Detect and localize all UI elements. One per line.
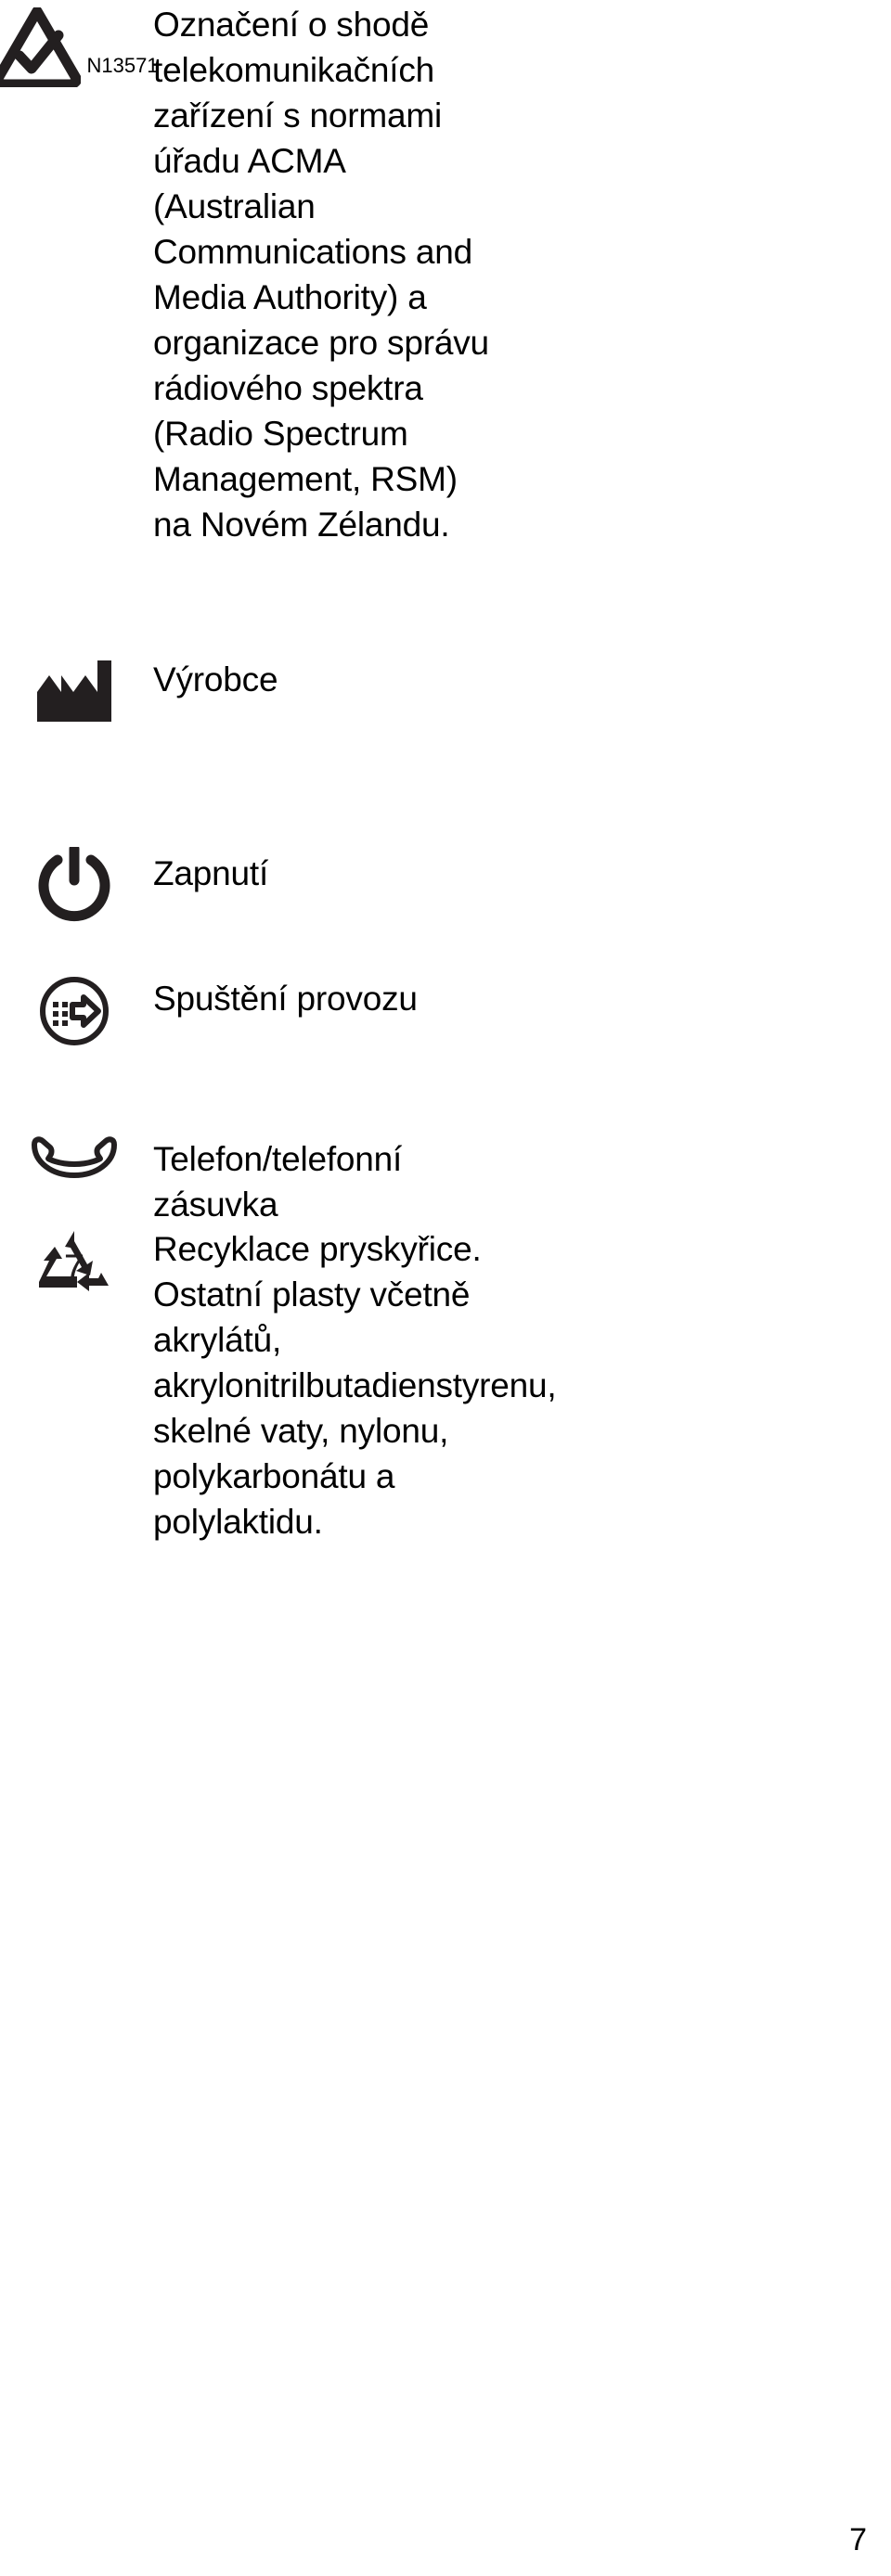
symbol-row-start-operation: Spuštění provozu: [0, 965, 891, 1048]
telephone-handset-icon: [30, 1134, 119, 1179]
symbol-icon-cell: [0, 965, 148, 1048]
symbol-description: Zapnutí: [153, 854, 269, 892]
power-on-icon: [38, 847, 110, 923]
symbol-row-telephone: Telefon/telefonní zásuvka: [0, 1118, 891, 1227]
recycling-code-number: 7: [64, 1248, 84, 1288]
symbol-icon-cell: [0, 640, 148, 727]
manual-symbol-page: N13571 Označení o shodě telekomunikačníc…: [0, 0, 891, 2576]
symbol-description: Spuštění provozu: [153, 980, 418, 1018]
resin-recycling-code-7-icon: 7: [34, 1228, 114, 1302]
symbol-icon-cell: 7: [0, 1215, 148, 1302]
symbol-icon-cell: [0, 839, 148, 923]
symbol-row-manufacturer: Výrobce: [0, 640, 891, 727]
symbol-text-cell: Spuštění provozu: [148, 965, 891, 1021]
symbol-icon-cell: N13571: [0, 0, 159, 87]
page-number: 7: [849, 2522, 867, 2557]
symbol-row-recycling: 7 Recyklace pryskyřice. Ostatní plasty v…: [0, 1215, 891, 1544]
symbol-description: Recyklace pryskyřice. Ostatní plasty vče…: [153, 1230, 557, 1541]
symbol-text-cell: Označení o shodě telekomunikačních zaříz…: [148, 0, 891, 547]
acma-rcm-compliance-icon: [0, 7, 82, 87]
symbol-row-power: Zapnutí: [0, 839, 891, 923]
symbol-text-cell: Telefon/telefonní zásuvka: [148, 1118, 891, 1227]
manufacturer-factory-icon: [33, 657, 115, 727]
start-operation-icon: [37, 974, 111, 1048]
symbol-description: Výrobce: [153, 660, 278, 698]
acma-code-label: N13571: [86, 54, 159, 77]
symbol-text-cell: Výrobce: [148, 640, 891, 702]
symbol-text-cell: Recyklace pryskyřice. Ostatní plasty vče…: [148, 1215, 891, 1544]
acma-mark-group: N13571: [0, 7, 159, 87]
symbol-icon-cell: [0, 1118, 148, 1179]
symbol-text-cell: Zapnutí: [148, 839, 891, 896]
symbol-row-acma: N13571 Označení o shodě telekomunikačníc…: [0, 0, 891, 547]
symbol-description: Označení o shodě telekomunikačních zaříz…: [153, 6, 489, 544]
symbol-description: Telefon/telefonní zásuvka: [153, 1140, 403, 1224]
